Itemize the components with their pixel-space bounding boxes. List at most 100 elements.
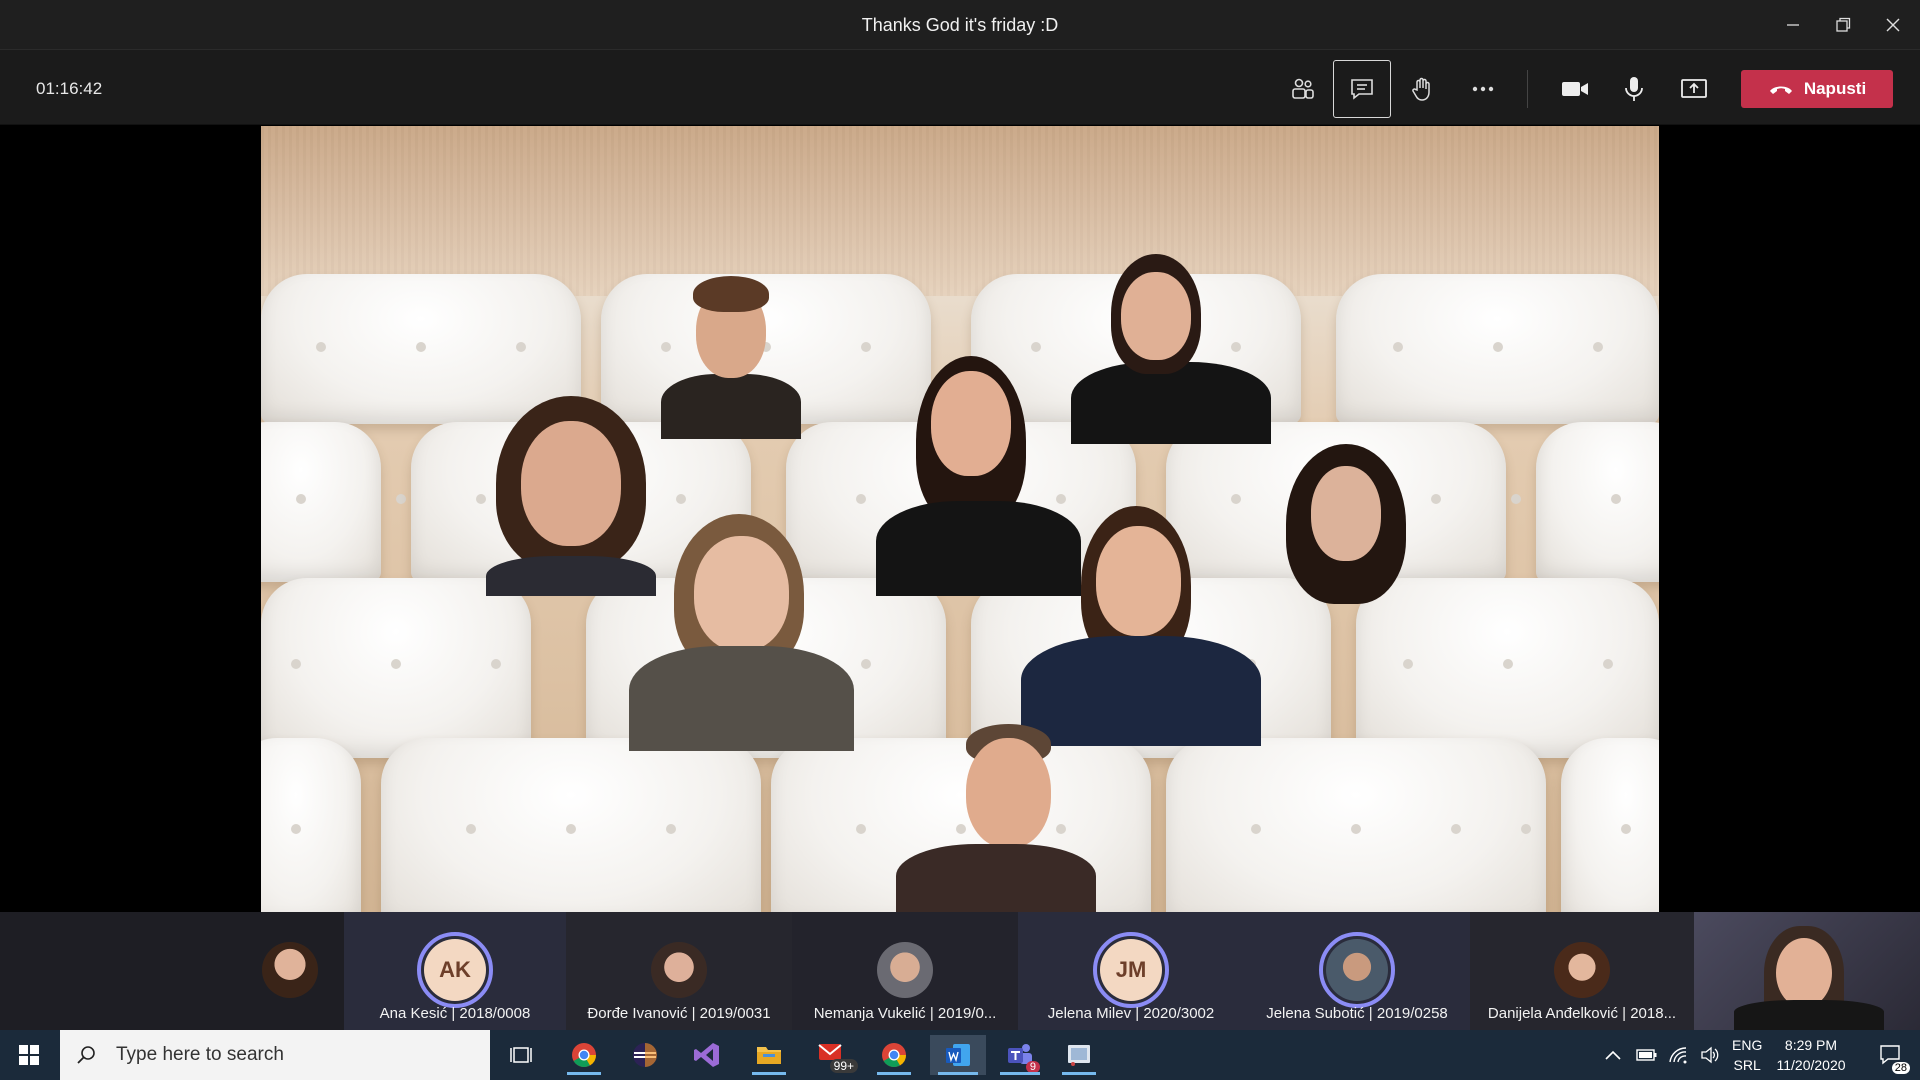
- avatar: [262, 942, 318, 998]
- snipping-tool-taskbar-button[interactable]: [1054, 1035, 1104, 1075]
- running-indicator: [877, 1072, 911, 1075]
- avatar: JM: [1093, 932, 1169, 1008]
- title-bar: Thanks God it's friday :D: [0, 0, 1920, 50]
- chrome-icon: [882, 1043, 906, 1068]
- microphone-button[interactable]: [1605, 60, 1663, 118]
- windows-taskbar: Type here to search 99+ 9 ENG SRL 8:29 P…: [0, 1030, 1920, 1080]
- snipping-tool-icon: [1068, 1045, 1090, 1066]
- participant-name: Nemanja Vukelić | 2019/0...: [813, 1005, 997, 1022]
- share-screen-icon: [1681, 79, 1707, 98]
- participant-name: Ana Kesić | 2018/0008: [379, 1005, 531, 1022]
- wifi-icon: [1669, 1047, 1687, 1064]
- chat-icon: [1351, 79, 1373, 100]
- seat: [261, 578, 531, 758]
- clock-button[interactable]: 8:29 PM 11/20/2020: [1770, 1030, 1852, 1080]
- together-mode-scene: [261, 126, 1659, 912]
- chrome-taskbar-button[interactable]: [559, 1035, 609, 1075]
- search-placeholder: Type here to search: [116, 1044, 284, 1065]
- window-title: Thanks God it's friday :D: [861, 15, 1059, 35]
- taskbar-search-box[interactable]: Type here to search: [60, 1030, 490, 1080]
- participant-tile[interactable]: AK Ana Kesić | 2018/0008: [344, 912, 566, 1030]
- seat: [261, 422, 381, 582]
- close-button[interactable]: [1868, 0, 1918, 50]
- clock-time: 8:29 PM: [1784, 1037, 1838, 1053]
- participants-button[interactable]: [1274, 60, 1332, 118]
- participant-video: [661, 264, 801, 439]
- seat: [381, 738, 761, 912]
- leave-label: Napusti: [1803, 79, 1867, 98]
- more-options-button[interactable]: [1454, 60, 1512, 118]
- participant-name: Jelena Milev | 2020/3002: [1047, 1005, 1215, 1022]
- avatar: [651, 942, 707, 998]
- participant-name: Jelena Subotić | 2019/0258: [1266, 1005, 1448, 1022]
- participant-video: [1001, 496, 1271, 746]
- seat: [1356, 578, 1659, 758]
- share-screen-button[interactable]: [1665, 60, 1723, 118]
- meeting-stage: [0, 126, 1920, 912]
- participant-name: Danijela Anđelković | 2018...: [1487, 1005, 1677, 1022]
- running-indicator: [567, 1072, 601, 1075]
- participant-name: Đorđe Ivanović | 2019/0031: [587, 1005, 771, 1022]
- chevron-up-icon: [1605, 1050, 1621, 1060]
- hand-icon: [1412, 77, 1430, 101]
- start-button[interactable]: [0, 1030, 58, 1080]
- participant-video: [856, 716, 1116, 912]
- seat: [1166, 738, 1546, 912]
- teams-taskbar-button[interactable]: 9: [992, 1035, 1048, 1075]
- word-taskbar-button[interactable]: [930, 1035, 986, 1075]
- mail-taskbar-button[interactable]: 99+: [808, 1035, 858, 1075]
- avatar: AK: [417, 932, 493, 1008]
- participant-tile[interactable]: Đorđe Ivanović | 2019/0031: [566, 912, 792, 1030]
- self-video-preview[interactable]: [1694, 912, 1920, 1030]
- folder-icon: [757, 1047, 781, 1064]
- running-indicator: [1000, 1072, 1040, 1075]
- notification-count: 28: [1891, 1062, 1910, 1074]
- camera-button[interactable]: [1546, 60, 1604, 118]
- microphone-icon: [1625, 77, 1643, 101]
- seat: [1536, 422, 1659, 582]
- task-view-button[interactable]: [496, 1035, 546, 1075]
- battery-button[interactable]: [1636, 1030, 1658, 1080]
- meeting-timer: 01:16:42: [36, 79, 103, 98]
- visual-studio-icon: [694, 1043, 719, 1067]
- chat-button[interactable]: [1333, 60, 1391, 118]
- restore-button[interactable]: [1818, 0, 1868, 50]
- keyboard-layout: SRL: [1733, 1057, 1761, 1073]
- input-language-button[interactable]: ENG SRL: [1732, 1030, 1762, 1080]
- windows-logo-icon: [19, 1045, 39, 1065]
- volume-button[interactable]: [1700, 1030, 1720, 1080]
- eclipse-taskbar-button[interactable]: [620, 1035, 670, 1075]
- participant-tile[interactable]: JM Jelena Milev | 2020/3002: [1018, 912, 1244, 1030]
- chrome-profile-taskbar-button[interactable]: [869, 1035, 919, 1075]
- seat: [261, 738, 361, 912]
- avatar-photo: [1326, 939, 1388, 1001]
- show-hidden-icons-button[interactable]: [1604, 1030, 1622, 1080]
- avatar-initials: AK: [424, 939, 486, 1001]
- battery-icon: [1636, 1049, 1657, 1061]
- eclipse-icon: [633, 1043, 657, 1067]
- seat: [1561, 738, 1659, 912]
- file-explorer-taskbar-button[interactable]: [744, 1035, 794, 1075]
- visual-studio-taskbar-button[interactable]: [682, 1035, 732, 1075]
- running-indicator: [1062, 1072, 1096, 1075]
- participant-video: [1276, 444, 1416, 604]
- mail-badge: 99+: [829, 1059, 858, 1073]
- participant-tile[interactable]: Nemanja Vukelić | 2019/0...: [792, 912, 1018, 1030]
- raise-hand-button[interactable]: [1393, 60, 1451, 118]
- avatar: [877, 942, 933, 998]
- toolbar-divider: [1527, 70, 1528, 108]
- word-icon: [946, 1044, 970, 1066]
- wifi-button[interactable]: [1668, 1030, 1688, 1080]
- task-view-icon: [510, 1047, 532, 1063]
- minimize-button[interactable]: [1768, 0, 1818, 50]
- search-icon: [77, 1046, 95, 1064]
- self-video-body: [1734, 1000, 1884, 1030]
- speaker-icon: [1701, 1046, 1719, 1064]
- participant-tile[interactable]: Jelena Subotić | 2019/0258: [1244, 912, 1470, 1030]
- action-center-button[interactable]: 28: [1866, 1030, 1916, 1080]
- participant-tile[interactable]: Danijela Anđelković | 2018...: [1470, 912, 1694, 1030]
- leave-button[interactable]: Napusti: [1741, 70, 1893, 108]
- running-indicator: [752, 1072, 786, 1075]
- people-icon: [1292, 78, 1314, 99]
- avatar: [1554, 942, 1610, 998]
